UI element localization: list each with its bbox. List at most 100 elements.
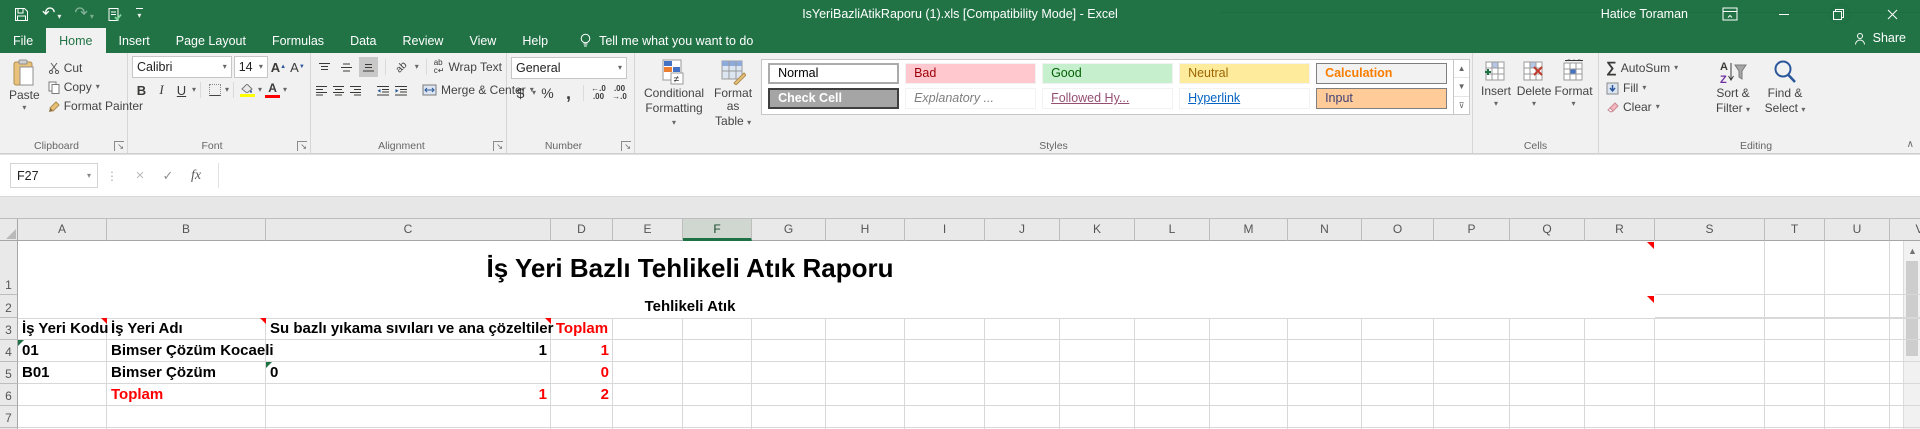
- autosum-button[interactable]: ∑ AutoSum ▾: [1603, 58, 1707, 77]
- grid-cell-L5[interactable]: [1135, 362, 1210, 384]
- column-header-A[interactable]: A: [18, 219, 107, 241]
- grid-cell-T7[interactable]: [1765, 406, 1825, 428]
- cell-C5[interactable]: 0: [266, 362, 551, 384]
- increase-indent-button[interactable]: [394, 80, 408, 100]
- grid-cell-E6[interactable]: [613, 384, 683, 406]
- grid-cell-N7[interactable]: [1288, 406, 1362, 428]
- grid-cell-T5[interactable]: [1765, 362, 1825, 384]
- grid-cell-N6[interactable]: [1288, 384, 1362, 406]
- grid-cell-S7[interactable]: [1655, 406, 1765, 428]
- cancel-button[interactable]: ×: [126, 163, 154, 188]
- grid-cell-Q7[interactable]: [1510, 406, 1585, 428]
- grid-cell-J3[interactable]: [985, 318, 1060, 340]
- grid-cell-V6[interactable]: [1890, 384, 1920, 406]
- undo-button[interactable]: ↶ ▾: [42, 6, 61, 22]
- grid-cell-Q5[interactable]: [1510, 362, 1585, 384]
- grid-cell-U4[interactable]: [1825, 340, 1890, 362]
- cell-A4[interactable]: 01: [18, 340, 107, 362]
- grid-cell-G5[interactable]: [752, 362, 826, 384]
- row-header-3[interactable]: 3: [0, 318, 18, 340]
- grid-cell-T6[interactable]: [1765, 384, 1825, 406]
- share-button[interactable]: Share: [1853, 31, 1906, 45]
- cell-C4[interactable]: 1: [266, 340, 551, 362]
- sort-filter-button[interactable]: AZ Sort & Filter ▾: [1707, 56, 1759, 137]
- grid-cell-D7[interactable]: [551, 406, 613, 428]
- tab-file[interactable]: File: [0, 28, 46, 53]
- grid-cell-H7[interactable]: [826, 406, 905, 428]
- column-header-C[interactable]: C: [266, 219, 551, 241]
- center-button[interactable]: [332, 80, 345, 100]
- formula-bar-grip-icon[interactable]: ⋮: [106, 169, 118, 183]
- grid-cell-K5[interactable]: [1060, 362, 1135, 384]
- grid-cell-R5[interactable]: [1585, 362, 1655, 384]
- grid-cell-M7[interactable]: [1210, 406, 1288, 428]
- delete-cells-button[interactable]: Delete ▾: [1515, 56, 1553, 137]
- grid-cell-O6[interactable]: [1362, 384, 1434, 406]
- cell-C3[interactable]: Su bazlı yıkama sıvıları ve ana çözeltil…: [266, 318, 553, 340]
- accounting-caret-icon[interactable]: ▾: [532, 89, 536, 97]
- grid-cell-F5[interactable]: [683, 362, 752, 384]
- borders-button[interactable]: [205, 80, 224, 100]
- gallery-scroll-up-icon[interactable]: ▲: [1454, 60, 1470, 79]
- grid-cell-J5[interactable]: [985, 362, 1060, 384]
- grid-cell-S5[interactable]: [1655, 362, 1765, 384]
- bottom-align-button[interactable]: [359, 57, 378, 77]
- grid-cell-F3[interactable]: [683, 318, 752, 340]
- grid-cell-F6[interactable]: [683, 384, 752, 406]
- column-header-Q[interactable]: Q: [1510, 219, 1585, 241]
- paste-button[interactable]: Paste ▾: [4, 56, 45, 137]
- grid-cell-J7[interactable]: [985, 406, 1060, 428]
- align-left-button[interactable]: [315, 80, 328, 100]
- customize-qat-button[interactable]: ▾: [135, 8, 143, 20]
- column-header-D[interactable]: D: [551, 219, 613, 241]
- fill-color-caret-icon[interactable]: ▾: [258, 86, 262, 94]
- select-all-corner[interactable]: [0, 219, 18, 241]
- grid-cell-T2[interactable]: [1765, 295, 1825, 318]
- grid-cell-P4[interactable]: [1434, 340, 1510, 362]
- column-header-G[interactable]: G: [752, 219, 826, 241]
- grid-cell-U5[interactable]: [1825, 362, 1890, 384]
- grid-cell-K3[interactable]: [1060, 318, 1135, 340]
- grid-cell-P7[interactable]: [1434, 406, 1510, 428]
- grid-cell-K6[interactable]: [1060, 384, 1135, 406]
- redo-button[interactable]: ↷ ▾: [74, 6, 93, 22]
- percent-style-button[interactable]: %: [538, 83, 557, 103]
- grid-cell-B7[interactable]: [107, 406, 266, 428]
- grid-cell-T3[interactable]: [1765, 318, 1825, 340]
- font-color-caret-icon[interactable]: ▾: [283, 86, 287, 94]
- grid-cell-I7[interactable]: [905, 406, 985, 428]
- grid-cell-H5[interactable]: [826, 362, 905, 384]
- grid-cell-U6[interactable]: [1825, 384, 1890, 406]
- row-header-7[interactable]: 7: [0, 406, 18, 428]
- grid-cell-V4[interactable]: [1890, 340, 1920, 362]
- grid-cell-K4[interactable]: [1060, 340, 1135, 362]
- column-header-J[interactable]: J: [985, 219, 1060, 241]
- grid-cell-E4[interactable]: [613, 340, 683, 362]
- grid-cell-T4[interactable]: [1765, 340, 1825, 362]
- row-header-4[interactable]: 4: [0, 340, 18, 362]
- grid-cell-J6[interactable]: [985, 384, 1060, 406]
- grid-cell-J4[interactable]: [985, 340, 1060, 362]
- column-header-R[interactable]: R: [1585, 219, 1655, 241]
- grid-cell-I6[interactable]: [905, 384, 985, 406]
- style-normal[interactable]: Normal: [768, 63, 900, 84]
- tab-page-layout[interactable]: Page Layout: [163, 28, 259, 53]
- wrap-text-button[interactable]: ab c↵ Wrap Text: [434, 59, 502, 75]
- accounting-format-button[interactable]: $: [511, 83, 530, 103]
- cell-B5[interactable]: Bimser Çözüm: [107, 362, 266, 384]
- grid-cell-P6[interactable]: [1434, 384, 1510, 406]
- column-header-N[interactable]: N: [1288, 219, 1362, 241]
- cell-D3[interactable]: Toplam: [551, 318, 613, 340]
- insert-cells-button[interactable]: Insert ▾: [1477, 56, 1515, 137]
- tell-me-box[interactable]: Tell me what you want to do: [579, 28, 753, 53]
- grid-cell-L7[interactable]: [1135, 406, 1210, 428]
- column-header-E[interactable]: E: [613, 219, 683, 241]
- underline-caret-icon[interactable]: ▾: [192, 86, 196, 94]
- find-select-button[interactable]: Find & Select ▾: [1759, 56, 1811, 137]
- grid-cell-C7[interactable]: [266, 406, 551, 428]
- grid-cell-I4[interactable]: [905, 340, 985, 362]
- ribbon-display-options-icon[interactable]: [1718, 3, 1742, 25]
- tab-home[interactable]: Home: [46, 28, 106, 53]
- tab-insert[interactable]: Insert: [106, 28, 163, 53]
- grid-cell-L4[interactable]: [1135, 340, 1210, 362]
